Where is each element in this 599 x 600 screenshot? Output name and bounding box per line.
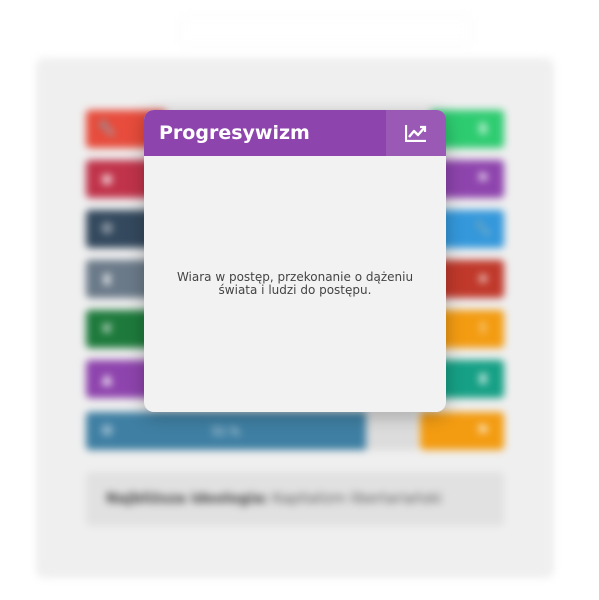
chart-icon: ▲	[86, 360, 128, 398]
modal-body: Wiara w postęp, przekonanie o dążeniu św…	[144, 156, 446, 412]
wide-axis-bar: 51 %	[86, 412, 418, 450]
flag-icon: ⚑	[462, 412, 504, 450]
nearest-ideology-label: Najbliższa ideologia:	[106, 491, 269, 507]
modal-header: Progresywizm	[144, 110, 446, 156]
flag-icon: ⚑	[462, 160, 504, 198]
modal-description: Wiara w postęp, przekonanie o dążeniu św…	[176, 270, 414, 297]
modal-title: Progresywizm	[159, 122, 310, 144]
top-bar	[182, 18, 470, 44]
nearest-ideology-value: Kapitalizm libertariański	[272, 491, 442, 507]
star-icon: ★	[462, 260, 504, 298]
gear-icon: ⚙	[86, 210, 128, 248]
leaf-icon: ❦	[86, 310, 128, 348]
gear-icon: ⚙	[86, 412, 128, 450]
wrench-icon: 🔧	[86, 110, 128, 148]
dollar-icon: $	[462, 110, 504, 148]
nearest-ideology: Najbliższa ideologia: Kapitalizm liberta…	[86, 472, 504, 526]
exclamation-icon: !	[462, 310, 504, 348]
document-icon: ▮	[86, 260, 128, 298]
wide-axis-value: 51 %	[86, 412, 366, 450]
ideology-modal: Progresywizm Wiara w postęp, przekonanie…	[144, 110, 446, 412]
chart-line-icon[interactable]	[386, 110, 446, 156]
hourglass-icon: ⧗	[462, 360, 504, 398]
globe-icon: ◉	[86, 160, 128, 198]
wrench-icon: 🔧	[462, 210, 504, 248]
